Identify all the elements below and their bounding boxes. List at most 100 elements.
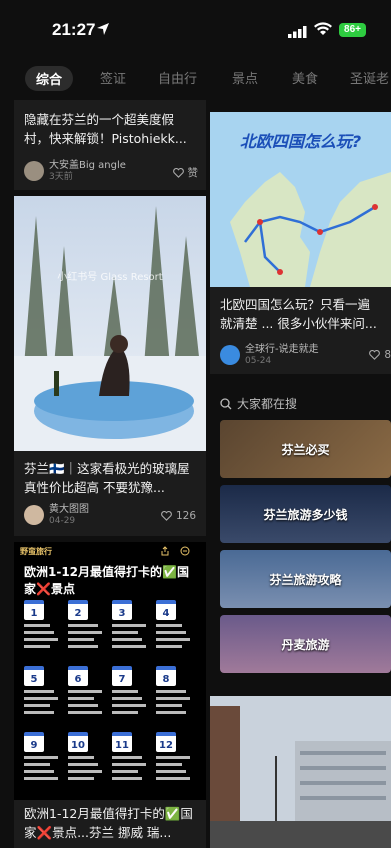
month-text-line (68, 711, 102, 714)
city-photo (210, 696, 391, 848)
heart-icon (369, 350, 381, 360)
month-text-line (24, 770, 54, 773)
month-text-line (156, 645, 182, 648)
month-calendar-8: 8 (156, 666, 194, 714)
month-text-line (68, 763, 98, 766)
author[interactable]: 全球行-说走就走 05-24 (220, 344, 319, 366)
search-item-finland-cost[interactable]: 芬兰旅游多少钱 (220, 485, 391, 543)
search-item-denmark-travel[interactable]: 丹麦旅游 (220, 615, 391, 673)
note-title: 芬兰🇫🇮｜这家看极光的玻璃屋真性价比超高 不要犹豫... (24, 461, 190, 495)
signal-icon (288, 26, 307, 38)
search-item-label: 芬兰旅游攻略 (269, 572, 342, 587)
month-calendar-4: 4 (156, 600, 194, 648)
author[interactable]: 黄大图图 04-29 (24, 504, 89, 526)
share-icon[interactable] (160, 546, 170, 556)
month-text-line (112, 690, 138, 693)
month-number: 8 (156, 666, 176, 686)
month-text-line (156, 711, 186, 714)
like-button[interactable]: 赞 (172, 165, 199, 180)
wifi-icon (314, 22, 332, 35)
author-name: 黄大图图 (49, 504, 89, 515)
note-title: 欧洲1-12月最值得打卡的✅国家❌景点...芬兰 挪威 瑞... (14, 800, 206, 848)
month-text-line (156, 777, 190, 780)
search-item-label: 芬兰必买 (281, 442, 330, 457)
month-text-line (68, 638, 94, 641)
month-text-line (156, 704, 182, 707)
note-title: 北欧四国怎么玩？只看一遍就清楚 ... 很多小伙伴来问... (220, 297, 377, 331)
brand-label: 野蛮旅行 (20, 547, 52, 556)
month-calendar-9: 9 (24, 732, 62, 780)
tab-santa[interactable]: 圣诞老 (350, 68, 389, 87)
month-text-line (156, 770, 186, 773)
tab-food[interactable]: 美食 (292, 68, 318, 87)
like-count: 赞 (187, 167, 199, 179)
month-text-line (112, 704, 146, 707)
month-number: 3 (112, 600, 132, 620)
note-card-pistohiekka[interactable]: 隐藏在芬兰的一个超美度假村，快来解锁！Pistohiekk... 大安盖Big … (14, 100, 206, 190)
month-text-line (112, 756, 142, 759)
avatar (24, 505, 44, 525)
tab-visa[interactable]: 签证 (100, 68, 126, 87)
like-count: 126 (175, 510, 196, 522)
month-number: 7 (112, 666, 132, 686)
month-text-line (156, 631, 186, 634)
battery-indicator: 86+ (339, 23, 366, 37)
month-text-line (112, 697, 142, 700)
author-name: 大安盖Big angle (49, 160, 126, 171)
hot-tub-photo (14, 196, 206, 451)
month-number: 2 (68, 600, 88, 620)
month-calendar-7: 7 (112, 666, 150, 714)
month-text-line (24, 704, 50, 707)
month-text-line (68, 756, 94, 759)
avatar (220, 345, 240, 365)
search-item-label: 芬兰旅游多少钱 (263, 507, 348, 522)
month-text-line (68, 770, 102, 773)
more-icon[interactable] (180, 546, 190, 556)
month-calendar-2: 2 (68, 600, 106, 648)
tab-attractions[interactable]: 景点 (232, 68, 258, 87)
search-item-label: 丹麦旅游 (281, 637, 330, 652)
search-item-finland-guide[interactable]: 芬兰旅游攻略 (220, 550, 391, 608)
note-card-europe-months[interactable]: 野蛮旅行 欧洲1-12月最值得打卡的✅国家❌景点 1 2 3 4 5 6 7 8 9 10 11 12… (14, 542, 206, 848)
location-arrow-icon (97, 23, 109, 35)
trending-search-panel: 大家都在搜 芬兰必买 芬兰旅游多少钱 芬兰旅游攻略 丹麦旅游 (210, 385, 391, 690)
month-calendar-3: 3 (112, 600, 150, 648)
month-text-line (68, 624, 98, 627)
search-icon (220, 397, 232, 409)
month-text-line (156, 624, 182, 627)
search-item-finland-shopping[interactable]: 芬兰必买 (220, 420, 391, 478)
month-text-line (112, 645, 146, 648)
month-calendar-6: 6 (68, 666, 106, 714)
like-button[interactable]: 8 (369, 349, 391, 361)
month-text-line (156, 690, 186, 693)
month-number: 5 (24, 666, 44, 686)
month-number: 6 (68, 666, 88, 686)
category-tabs: 综合 签证 自由行 景点 美食 圣诞老 (0, 62, 391, 98)
month-text-line (68, 697, 94, 700)
month-text-line (156, 638, 190, 641)
note-card-glass-resort[interactable]: 小红书号 Glass Resort 芬兰🇫🇮｜这家看极光的玻璃屋真性价比超高 不… (14, 196, 206, 536)
month-grid: 1 2 3 4 5 6 7 8 9 10 11 12 (24, 600, 199, 800)
month-calendar-11: 11 (112, 732, 150, 780)
month-text-line (24, 631, 54, 634)
heart-icon (172, 167, 184, 178)
month-text-line (24, 645, 50, 648)
month-text-line (24, 763, 50, 766)
like-button[interactable]: 126 (161, 510, 196, 522)
month-text-line (112, 638, 142, 641)
poster-headline: 欧洲1-12月最值得打卡的✅国家❌景点 (24, 565, 189, 596)
tab-self-guided[interactable]: 自由行 (158, 68, 197, 87)
note-card-nordic[interactable]: 北欧四国怎么玩? 北欧四国怎么玩？只看一遍就清楚 ... 很多小伙伴来问... … (210, 112, 391, 374)
status-time: 21:27 (52, 20, 96, 39)
month-calendar-12: 12 (156, 732, 194, 780)
note-title: 隐藏在芬兰的一个超美度假村，快来解锁！Pistohiekk... (24, 112, 187, 146)
month-calendar-10: 10 (68, 732, 106, 780)
note-card-city-photo[interactable] (210, 696, 391, 848)
tab-comprehensive[interactable]: 综合 (25, 66, 74, 91)
heart-icon (161, 511, 172, 521)
month-number: 9 (24, 732, 44, 752)
month-calendar-5: 5 (24, 666, 62, 714)
author[interactable]: 大安盖Big angle 3天前 (24, 160, 126, 182)
avatar (24, 161, 44, 181)
trending-search-heading: 大家都在搜 (220, 395, 297, 412)
